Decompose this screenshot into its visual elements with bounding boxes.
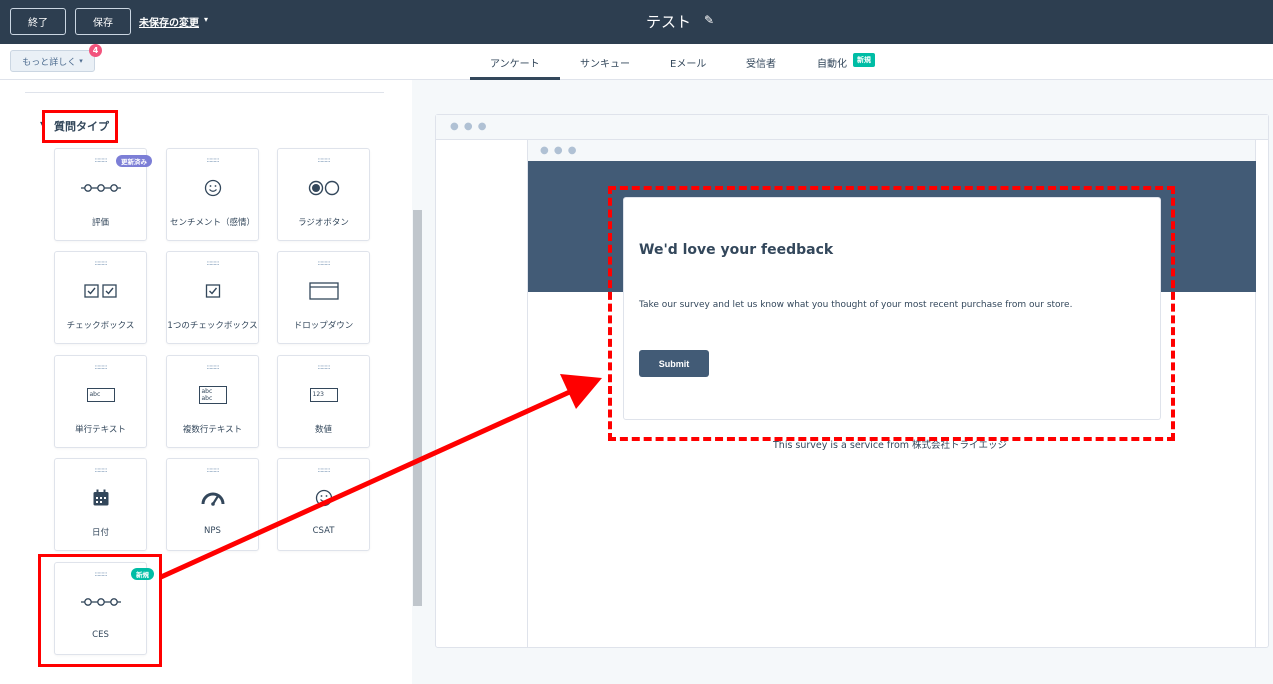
drag-handle-icon[interactable]: ::::::::: <box>167 466 258 474</box>
question-card-label: チェックボックス <box>66 321 135 331</box>
drag-handle-icon[interactable]: ::::::::: <box>55 259 146 267</box>
highlight-box <box>42 110 118 143</box>
tab-recipients[interactable]: 受信者 <box>746 55 776 70</box>
notification-count-badge: 4 <box>89 44 102 57</box>
drag-handle-icon[interactable]: ::::::::: <box>55 363 146 371</box>
radio-icon <box>278 177 369 199</box>
text-sample: abc <box>86 388 115 402</box>
number-icon: 123 <box>278 384 369 406</box>
more-details-label: もっと詳しく <box>22 57 77 68</box>
checkboxes-icon <box>55 280 146 302</box>
question-card-label: 単行テキスト <box>75 425 126 435</box>
gauge-icon <box>167 487 258 509</box>
drag-handle-icon[interactable]: ::::::::: <box>278 363 369 371</box>
question-card-nps[interactable]: ::::::::: NPS <box>166 458 259 551</box>
question-card-checkboxes[interactable]: ::::::::: チェックボックス <box>54 251 147 344</box>
drag-handle-icon[interactable]: ::::::::: <box>167 156 258 164</box>
question-card-label: ドロップダウン <box>293 321 354 331</box>
checkbox-icon <box>167 280 258 302</box>
window-bar: ● ● ● <box>528 140 1255 162</box>
caret-down-icon[interactable]: ▾ <box>204 15 208 24</box>
more-details-button[interactable]: もっと詳しく ▾ <box>10 50 95 72</box>
question-card-label: 評価 <box>91 218 109 228</box>
divider <box>25 92 384 93</box>
question-card-number[interactable]: ::::::::: 123 数値 <box>277 355 370 448</box>
number-sample: 123 <box>309 388 338 402</box>
nav-bar: もっと詳しく ▾ 4 アンケート サンキュー Eメール 受信者 自動化 新規 <box>0 44 1273 80</box>
question-card-csat[interactable]: ::::::::: CSAT <box>277 458 370 551</box>
drag-handle-icon[interactable]: ::::::::: <box>167 259 258 267</box>
highlight-dashed-box <box>608 186 1175 441</box>
window-dots-icon: ● ● ● <box>540 145 578 156</box>
page-title: テスト <box>646 13 692 31</box>
new-badge: 新規 <box>853 53 875 67</box>
question-card-label: 日付 <box>91 528 109 538</box>
question-card-label: NPS <box>204 526 221 536</box>
question-card-sentiment[interactable]: ::::::::: センチメント（感情） <box>166 148 259 241</box>
scrollbar-thumb[interactable] <box>413 210 422 606</box>
question-card-single-line-text[interactable]: ::::::::: abc 単行テキスト <box>54 355 147 448</box>
question-card-label: センチメント（感情） <box>169 218 255 228</box>
multi-line-text-icon: abc abc <box>167 384 258 406</box>
tab-thank-you[interactable]: サンキュー <box>580 55 630 70</box>
tab-automation[interactable]: 自動化 <box>817 55 847 70</box>
tab-survey[interactable]: アンケート <box>490 55 540 70</box>
top-bar: 終了 保存 未保存の変更 ▾ テスト ✎ <box>0 0 1273 44</box>
question-card-label: CSAT <box>312 526 335 536</box>
drag-handle-icon[interactable]: ::::::::: <box>278 466 369 474</box>
unsaved-changes-link[interactable]: 未保存の変更 <box>139 14 199 29</box>
question-card-date[interactable]: ::::::::: 日付 <box>54 458 147 551</box>
question-card-label: 数値 <box>314 425 332 435</box>
window-bar: ● ● ● <box>436 115 1268 140</box>
single-line-text-icon: abc <box>55 384 146 406</box>
question-card-label: 複数行テキスト <box>182 425 243 435</box>
question-card-single-checkbox[interactable]: ::::::::: 1つのチェックボックス <box>166 251 259 344</box>
question-card-radio[interactable]: ::::::::: ラジオボタン <box>277 148 370 241</box>
pencil-icon[interactable]: ✎ <box>704 13 714 27</box>
smiley-icon <box>167 177 258 199</box>
text-sample: abc <box>201 395 213 402</box>
question-card-multi-line-text[interactable]: ::::::::: abc abc 複数行テキスト <box>166 355 259 448</box>
window-dots-icon: ● ● ● <box>450 121 488 132</box>
updated-badge: 更新済み <box>116 155 152 167</box>
tab-email[interactable]: Eメール <box>670 55 706 70</box>
highlight-box <box>38 554 162 667</box>
question-card-dropdown[interactable]: ::::::::: ドロップダウン <box>277 251 370 344</box>
text-sample: abc <box>201 388 213 395</box>
dropdown-icon <box>278 280 369 302</box>
question-card-label: ラジオボタン <box>298 218 349 228</box>
calendar-icon <box>55 487 146 509</box>
drag-handle-icon[interactable]: ::::::::: <box>278 156 369 164</box>
save-button[interactable]: 保存 <box>75 8 131 35</box>
drag-handle-icon[interactable]: ::::::::: <box>167 363 258 371</box>
drag-handle-icon[interactable]: ::::::::: <box>55 466 146 474</box>
rating-icon <box>55 177 146 199</box>
question-card-label: 1つのチェックボックス <box>167 321 258 331</box>
exit-button[interactable]: 終了 <box>10 8 66 35</box>
caret-down-icon: ▾ <box>79 57 83 65</box>
csat-icon <box>278 487 369 509</box>
drag-handle-icon[interactable]: ::::::::: <box>278 259 369 267</box>
